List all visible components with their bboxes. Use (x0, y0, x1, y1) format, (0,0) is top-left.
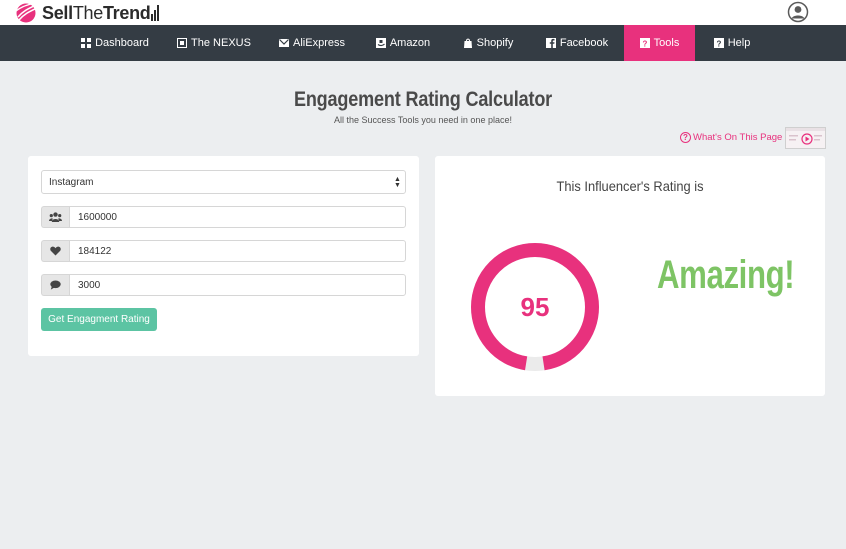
user-avatar-icon[interactable] (787, 1, 809, 23)
nav-aliexpress-label: AliExpress (293, 37, 345, 49)
rating-result-card: This Influencer's Rating is 95 Amazing! (435, 156, 825, 396)
top-bar: SellTheTrend (0, 0, 846, 25)
nav-aliexpress[interactable]: AliExpress (271, 25, 353, 61)
nav-help[interactable]: ? Help (703, 25, 761, 61)
platform-select-value: Instagram (49, 176, 94, 188)
rating-gauge: 95 (471, 243, 599, 371)
whats-on-this-page-link[interactable]: ? What's On This Page (680, 130, 782, 144)
nav-tools[interactable]: ? Tools (624, 25, 695, 61)
nav-help-label: Help (727, 37, 751, 49)
dashboard-icon (81, 38, 92, 48)
nexus-icon (177, 38, 188, 48)
platform-select[interactable]: Instagram ▲ ▼ (41, 170, 406, 194)
nav-facebook[interactable]: Facebook (537, 25, 617, 61)
nav-amazon-label: Amazon (389, 37, 431, 49)
play-icon (786, 128, 825, 145)
question-circle-icon: ? (680, 131, 691, 143)
brand-name: SellTheTrend (42, 2, 151, 23)
aliexpress-icon (279, 39, 290, 47)
nav-shopify-label: Shopify (476, 37, 514, 49)
nav-tools-label: Tools (653, 37, 680, 49)
nav-facebook-label: Facebook (559, 37, 609, 49)
nav-dashboard[interactable]: Dashboard (73, 25, 157, 61)
nav-dashboard-label: Dashboard (95, 37, 149, 49)
video-thumbnail[interactable] (785, 127, 826, 149)
likes-input[interactable]: 184122 (69, 240, 406, 262)
rating-verdict: Amazing! (657, 253, 795, 297)
rating-heading: This Influencer's Rating is (556, 178, 704, 194)
brand-bars-icon (151, 5, 160, 21)
gauge-score: 95 (521, 292, 550, 322)
page-title: Engagement Rating Calculator (293, 88, 553, 111)
svg-text:?: ? (716, 39, 721, 48)
followers-input[interactable]: 1600000 (69, 206, 406, 228)
comments-input-group: 3000 (41, 274, 406, 296)
comments-input[interactable]: 3000 (69, 274, 406, 296)
nav-the-nexus-label: The NEXUS (191, 37, 251, 49)
help-icon: ? (713, 38, 724, 48)
main-nav: Dashboard The NEXUS AliExpress Amazon Sh… (0, 25, 846, 61)
likes-input-group: 184122 (41, 240, 406, 262)
select-caret-icon: ▲ ▼ (394, 176, 401, 189)
page-subtitle: All the Success Tools you need in one pl… (334, 115, 512, 125)
heart-icon (41, 240, 69, 262)
get-engagement-rating-button[interactable]: Get Engagment Rating (41, 308, 157, 331)
amazon-icon (375, 38, 386, 48)
nav-shopify[interactable]: Shopify (452, 25, 524, 61)
shopify-icon (463, 38, 472, 48)
nav-amazon[interactable]: Amazon (366, 25, 440, 61)
brand-ball-icon (15, 2, 40, 23)
brand-logo[interactable]: SellTheTrend (14, 1, 160, 25)
comment-icon (41, 274, 69, 296)
tools-icon: ? (639, 38, 650, 48)
svg-text:?: ? (642, 39, 647, 48)
nav-the-nexus[interactable]: The NEXUS (172, 25, 256, 61)
calculator-form-card: Instagram ▲ ▼ 1600000 184122 3000 Get Eng… (28, 156, 419, 356)
facebook-icon (545, 38, 556, 48)
whats-on-this-page-label: What's On This Page (693, 131, 783, 143)
followers-input-group: 1600000 (41, 206, 406, 228)
users-icon (41, 206, 69, 228)
